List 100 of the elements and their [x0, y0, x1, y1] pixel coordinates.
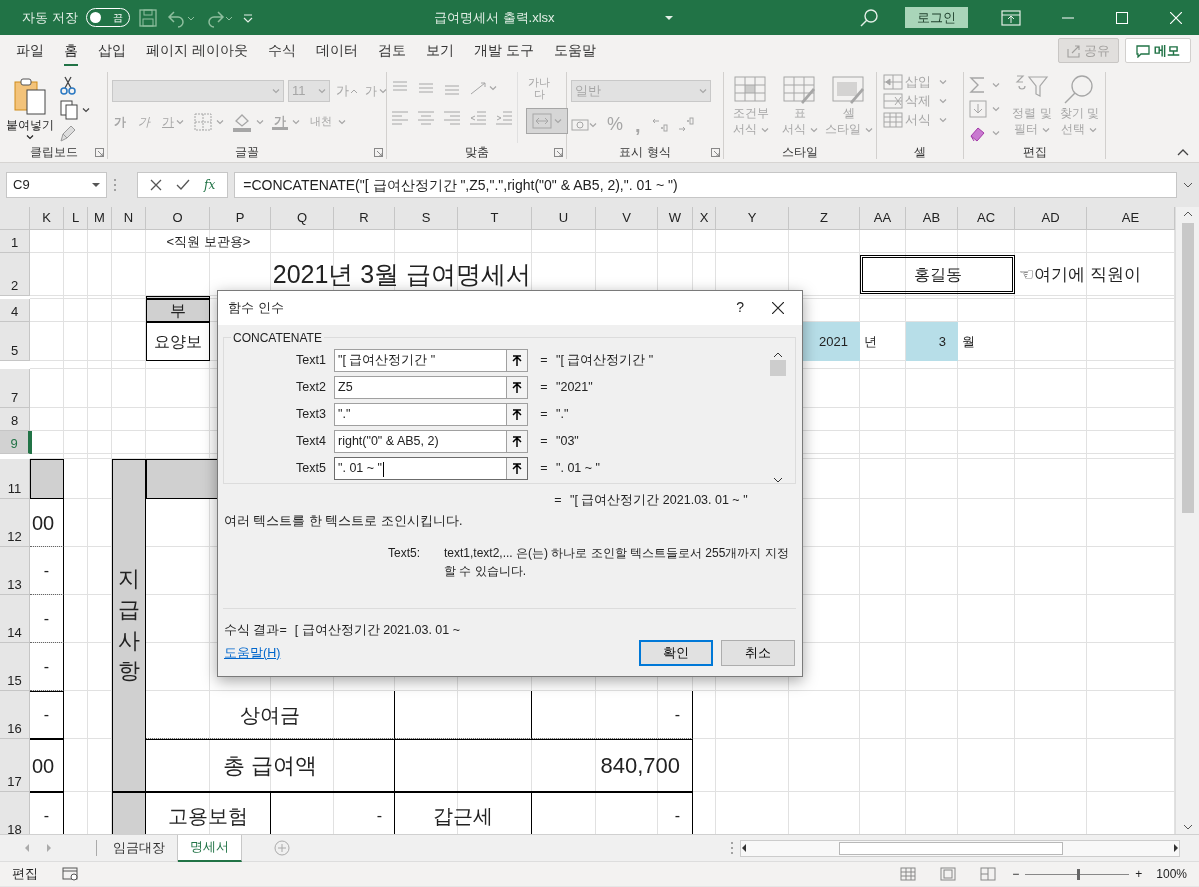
column-header[interactable]: W — [658, 207, 693, 230]
ribbon-tab[interactable]: 홈 — [55, 37, 87, 64]
help-button[interactable]: ? — [736, 297, 744, 319]
argument-field[interactable]: Z5 — [334, 376, 528, 400]
scissors-icon[interactable] — [60, 76, 76, 96]
row-header[interactable]: 4 — [0, 299, 30, 322]
search-icon[interactable] — [859, 7, 879, 28]
argument-field[interactable]: "." — [334, 403, 528, 427]
row-header[interactable]: 12 — [0, 499, 30, 547]
collapse-ribbon-icon[interactable] — [1177, 148, 1189, 156]
row-header[interactable]: 9 — [0, 431, 30, 454]
ok-button[interactable]: 확인 — [639, 640, 713, 666]
help-link[interactable]: 도움말(H) — [224, 643, 281, 663]
row-header[interactable]: 7 — [0, 369, 30, 408]
expand-icon[interactable] — [1183, 182, 1193, 188]
column-header[interactable]: R — [334, 207, 395, 230]
slider-thumb[interactable] — [1077, 868, 1081, 880]
formula-field[interactable]: =CONCATENATE("[ 급여산정기간 ",Z5,".",right("0" & AB5, 2),". 01 ~ ") — [234, 172, 1177, 198]
customize-icon[interactable] — [241, 11, 254, 24]
page-break-icon[interactable] — [980, 867, 997, 881]
argument-field[interactable]: ". 01 ~ " — [334, 457, 528, 481]
row-header[interactable]: 11 — [0, 459, 30, 499]
row-header[interactable]: 15 — [0, 643, 30, 691]
scroll-up-icon[interactable] — [772, 351, 783, 358]
column-header[interactable]: P — [210, 207, 271, 230]
scroll-left-icon[interactable] — [741, 844, 747, 852]
login-button[interactable]: 로그인 — [905, 6, 968, 29]
save-icon[interactable] — [137, 7, 158, 28]
collapse-dialog-icon[interactable] — [512, 408, 522, 421]
paste-button[interactable]: 붙여넣기 — [4, 72, 56, 143]
maximize-icon[interactable] — [1116, 11, 1128, 24]
row-header[interactable]: 14 — [0, 595, 30, 643]
ribbon-display-icon[interactable] — [1001, 9, 1021, 26]
caret-icon[interactable] — [665, 14, 673, 21]
sheet-tab[interactable]: 명세서 — [178, 834, 242, 862]
column-header[interactable]: Y — [716, 207, 789, 230]
scroll-right-icon[interactable] — [1173, 844, 1179, 852]
scroll-down-icon[interactable] — [772, 476, 783, 483]
column-header[interactable]: AB — [906, 207, 958, 230]
cancel-icon[interactable] — [150, 179, 162, 191]
column-header[interactable]: AA — [860, 207, 906, 230]
ribbon-tab[interactable]: 페이지 레이아웃 — [137, 37, 257, 64]
ribbon-tab[interactable]: 삽입 — [89, 37, 135, 64]
vertical-scrollbar[interactable] — [1175, 207, 1199, 834]
column-header[interactable]: N — [112, 207, 146, 230]
ribbon-tab[interactable]: 개발 도구 — [464, 37, 543, 64]
row-header[interactable]: 18 — [0, 792, 30, 834]
dialog-launcher-icon[interactable] — [95, 148, 104, 157]
collapse-dialog-icon[interactable] — [512, 381, 522, 394]
row-header[interactable]: 16 — [0, 691, 30, 739]
column-header[interactable]: Z — [789, 207, 860, 230]
column-header[interactable]: X — [693, 207, 716, 230]
column-header[interactable]: V — [596, 207, 658, 230]
column-header[interactable]: L — [64, 207, 88, 230]
column-header[interactable]: T — [458, 207, 532, 230]
row-header[interactable]: 17 — [0, 739, 30, 792]
column-header[interactable]: AC — [958, 207, 1015, 230]
memo-button[interactable]: 메모 — [1125, 37, 1191, 64]
horizontal-scrollbar[interactable] — [740, 839, 1180, 857]
ribbon-tab[interactable]: 수식 — [258, 37, 305, 64]
row-header[interactable]: 1 — [0, 230, 30, 253]
format-painter-icon[interactable] — [60, 124, 78, 142]
close-icon[interactable] — [772, 301, 784, 314]
macro-record-icon[interactable] — [62, 867, 80, 881]
ribbon-tab[interactable]: 검토 — [368, 37, 415, 64]
page-layout-icon[interactable] — [940, 867, 957, 881]
column-header[interactable]: K — [30, 207, 64, 230]
scroll-up-icon[interactable] — [1182, 211, 1193, 217]
zoom-in-button[interactable]: + — [1135, 865, 1143, 883]
argument-field[interactable]: right("0" & AB5, 2) — [334, 430, 528, 454]
insert-function-button[interactable]: fx — [204, 176, 216, 194]
row-header[interactable]: 8 — [0, 408, 30, 431]
ribbon-tab[interactable]: 파일 — [7, 37, 53, 64]
column-header[interactable]: AE — [1087, 207, 1175, 230]
scroll-down-icon[interactable] — [1182, 824, 1193, 830]
column-header[interactable]: AD — [1015, 207, 1087, 230]
collapse-dialog-icon[interactable] — [512, 354, 522, 367]
collapse-dialog-icon[interactable] — [512, 435, 522, 448]
column-header[interactable]: U — [532, 207, 596, 230]
add-sheet-icon[interactable] — [274, 840, 290, 856]
scroll-thumb[interactable] — [1181, 223, 1194, 513]
row-header[interactable]: 5 — [0, 322, 30, 361]
ribbon-tab[interactable]: 도움말 — [544, 37, 605, 64]
column-header[interactable]: O — [146, 207, 210, 230]
scroll-thumb[interactable] — [839, 841, 1063, 855]
normal-view-icon[interactable] — [900, 867, 917, 881]
check-icon[interactable] — [176, 179, 190, 191]
column-header[interactable]: S — [395, 207, 458, 230]
copy-icon[interactable] — [60, 100, 78, 120]
name-box[interactable]: C9 — [6, 172, 107, 198]
scroll-thumb[interactable] — [769, 359, 786, 376]
row-header[interactable]: 13 — [0, 547, 30, 595]
prev-sheet-icon[interactable] — [24, 844, 30, 852]
column-header[interactable]: Q — [271, 207, 334, 230]
ribbon-tab[interactable]: 데이터 — [306, 37, 367, 64]
next-sheet-icon[interactable] — [46, 844, 52, 852]
zoom-out-button[interactable]: − — [1012, 865, 1020, 883]
collapse-dialog-icon[interactable] — [512, 462, 522, 475]
ribbon-tab[interactable]: 보기 — [416, 37, 463, 64]
argument-field[interactable]: "[ 급여산정기간 " — [334, 349, 528, 373]
